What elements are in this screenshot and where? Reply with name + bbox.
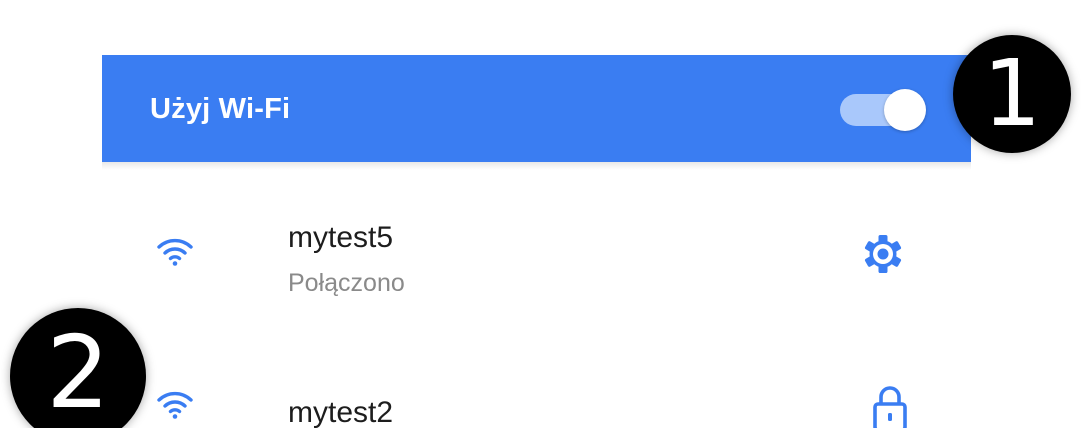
toggle-thumb — [884, 89, 926, 131]
wifi-full-icon — [157, 238, 193, 266]
network-item-mytest5[interactable]: mytest5 Połączono — [102, 205, 971, 315]
wifi-full-icon — [157, 391, 193, 419]
network-name: mytest5 — [288, 221, 394, 254]
network-status: Połączono — [288, 269, 405, 297]
lock-icon — [873, 386, 907, 428]
network-item-mytest2[interactable]: mytest2 — [102, 380, 971, 428]
use-wifi-label: Użyj Wi-Fi — [150, 93, 291, 125]
step-marker-2: 2 — [10, 308, 146, 428]
step-marker-1: 1 — [953, 35, 1071, 153]
use-wifi-bar[interactable]: Użyj Wi-Fi — [102, 55, 971, 162]
wifi-settings-screen: Użyj Wi-Fi mytest5 Połączono mytest2 1 2 — [0, 0, 1081, 428]
gear-icon[interactable] — [862, 233, 904, 275]
header-shadow — [102, 162, 971, 170]
network-name: mytest2 — [288, 396, 394, 428]
wifi-toggle[interactable] — [840, 86, 928, 132]
